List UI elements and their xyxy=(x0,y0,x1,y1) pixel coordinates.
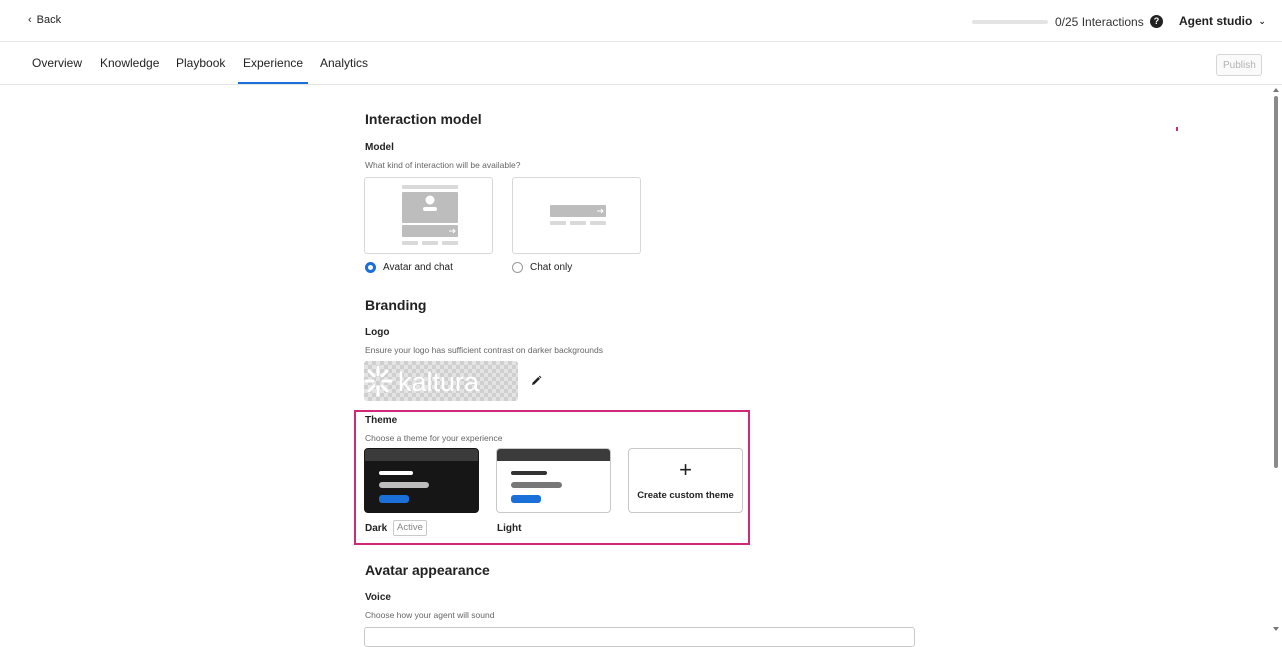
tab-overview[interactable]: Overview xyxy=(32,56,82,70)
logo-preview: kaltura xyxy=(364,361,518,401)
theme-preview-bar xyxy=(379,482,429,488)
voice-description: Choose how your agent will sound xyxy=(365,610,495,620)
scroll-up-arrow-icon[interactable] xyxy=(1273,88,1279,92)
interaction-model-heading: Interaction model xyxy=(365,111,482,127)
scroll-down-arrow-icon[interactable] xyxy=(1273,627,1279,631)
back-label: Back xyxy=(36,14,62,26)
chevron-left-icon: ‹ xyxy=(28,14,32,26)
avatar-appearance-heading: Avatar appearance xyxy=(365,562,490,578)
create-custom-theme-label: Create custom theme xyxy=(637,490,734,501)
theme-card-light[interactable] xyxy=(496,448,611,513)
plus-icon: + xyxy=(679,457,692,482)
theme-card-header xyxy=(365,449,478,461)
theme-name-dark: Dark xyxy=(365,523,388,534)
help-icon[interactable]: ? xyxy=(1150,15,1163,28)
kaltura-logo: kaltura xyxy=(364,365,480,397)
logo-label: Logo xyxy=(365,327,390,338)
theme-card-header xyxy=(497,449,610,461)
voice-label: Voice xyxy=(365,592,391,603)
chat-only-illustration xyxy=(550,205,606,225)
radio-label: Chat only xyxy=(530,262,573,273)
model-card-chat-only[interactable] xyxy=(512,177,641,254)
radio-avatar-and-chat[interactable]: Avatar and chat xyxy=(365,262,453,273)
top-bar: ‹ Back 0/25 Interactions ? Agent studio … xyxy=(0,0,1282,42)
radio-label: Avatar and chat xyxy=(383,262,453,273)
radio-chat-only[interactable]: Chat only xyxy=(512,262,572,273)
theme-description: Choose a theme for your experience xyxy=(365,433,503,443)
chevron-down-icon: ⌄ xyxy=(1258,15,1266,26)
theme-preview-button xyxy=(379,495,409,503)
branding-heading: Branding xyxy=(365,297,427,313)
model-label: Model xyxy=(365,142,394,153)
logo-text: kaltura xyxy=(398,367,480,397)
logo-description: Ensure your logo has sufficient contrast… xyxy=(365,345,603,355)
publish-button[interactable]: Publish xyxy=(1216,54,1262,76)
create-custom-theme-button[interactable]: + Create custom theme xyxy=(628,448,743,513)
theme-preview-button xyxy=(511,495,541,503)
pencil-edit-icon[interactable] xyxy=(529,374,543,388)
agent-studio-label: Agent studio xyxy=(1179,14,1253,28)
tab-knowledge[interactable]: Knowledge xyxy=(100,56,159,70)
radio-selected-icon[interactable] xyxy=(365,262,376,273)
tab-bar: Overview Knowledge Playbook Experience A… xyxy=(0,43,1282,85)
voice-select[interactable] xyxy=(364,627,915,647)
interactions-progress-bar xyxy=(972,20,1048,24)
tab-analytics[interactable]: Analytics xyxy=(320,56,368,70)
theme-name-light: Light xyxy=(497,523,522,534)
theme-label: Theme xyxy=(365,415,398,426)
marker-dot xyxy=(1176,127,1178,131)
theme-preview-bar xyxy=(511,482,562,488)
back-button[interactable]: ‹ Back xyxy=(28,14,61,26)
theme-preview-line xyxy=(511,471,547,475)
interactions-counter: 0/25 Interactions xyxy=(1055,15,1144,29)
model-description: What kind of interaction will be availab… xyxy=(365,160,521,170)
agent-studio-menu[interactable]: Agent studio ⌄ xyxy=(1179,14,1266,28)
active-badge: Active xyxy=(393,520,427,536)
theme-preview-line xyxy=(379,471,413,475)
theme-card-dark[interactable] xyxy=(364,448,479,513)
avatar-and-chat-illustration xyxy=(402,185,458,245)
tab-playbook[interactable]: Playbook xyxy=(176,56,225,70)
tab-experience[interactable]: Experience xyxy=(237,56,309,84)
model-card-avatar-and-chat[interactable] xyxy=(364,177,493,254)
scrollbar-thumb[interactable] xyxy=(1274,96,1278,468)
scrollbar[interactable] xyxy=(1271,86,1282,635)
radio-unselected-icon[interactable] xyxy=(512,262,523,273)
